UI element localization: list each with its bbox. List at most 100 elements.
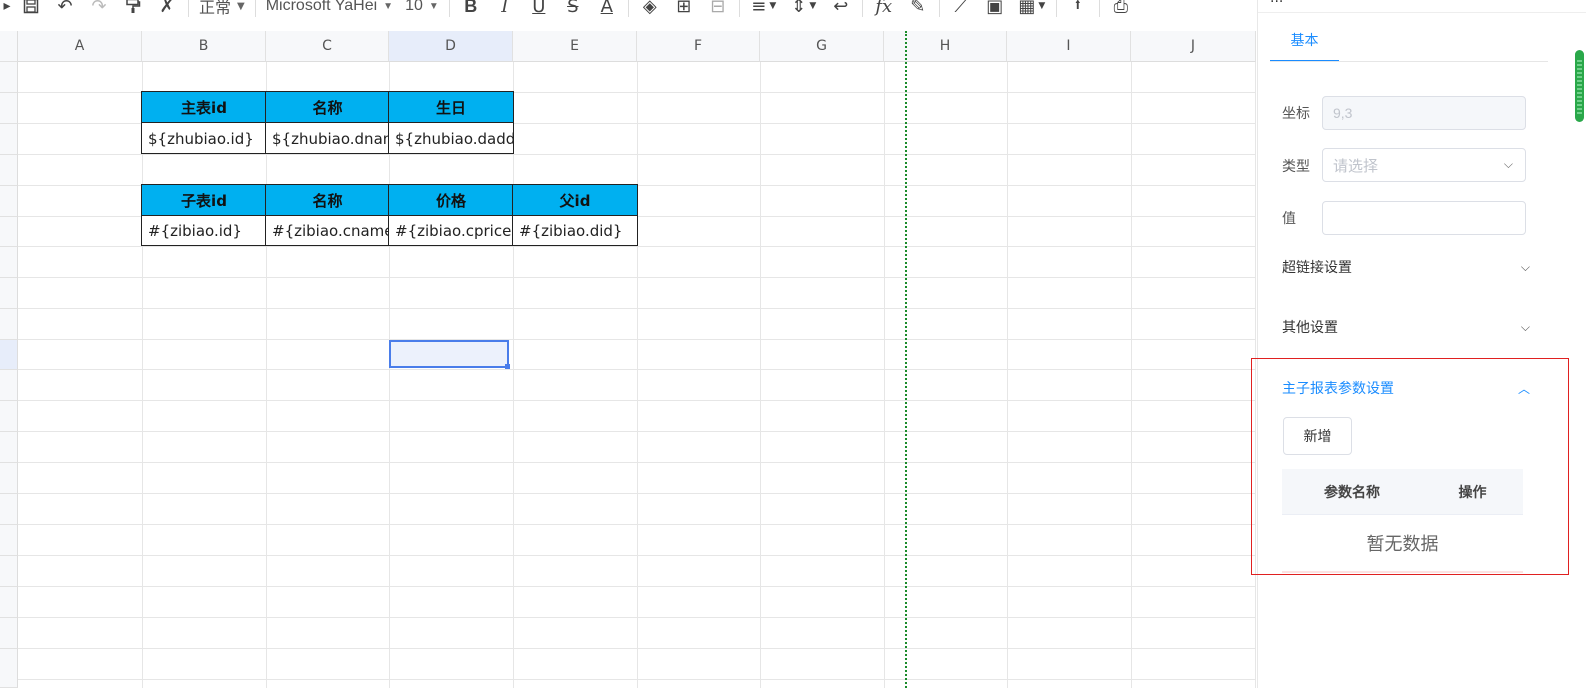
upload-icon[interactable]: ⭱ [1061,0,1095,20]
bold-icon[interactable]: B [454,0,488,20]
row-header[interactable] [0,93,18,124]
toolbar-divider [448,0,450,17]
col-header-i[interactable]: I [1007,31,1131,62]
value-field[interactable] [1322,201,1526,235]
row-header[interactable] [0,124,18,155]
col-header-d[interactable]: D [389,31,513,62]
sub-cell-name[interactable]: #{zibiao.cname} [266,216,389,246]
fill-handle[interactable] [505,364,510,369]
row-header[interactable] [0,556,18,587]
formula-icon[interactable]: ✎ [901,0,935,20]
grid-line [18,246,1256,247]
coord-value: 9,3 [1333,105,1353,121]
align-icon[interactable]: ≡ ▼ [744,0,784,20]
col-header-h[interactable]: H [884,31,1007,62]
row-header[interactable] [0,463,18,494]
row-header[interactable] [0,278,18,309]
selected-cell[interactable] [389,340,510,369]
add-button[interactable]: 新增 [1283,417,1352,455]
font-value: Microsoft YaHei [265,0,378,14]
row-header[interactable] [0,309,18,340]
toolbar-divider [738,0,740,17]
row-header[interactable] [0,340,18,370]
sub-cell-price[interactable]: #{zibiao.cprice} [389,216,513,246]
hyperlink-settings-header[interactable]: 超链接设置 ⌵ [1282,257,1530,277]
other-settings-header[interactable]: 其他设置 ⌵ [1282,317,1530,337]
master-sub-params-header[interactable]: 主子报表参数设置 ︿ [1282,378,1530,398]
font-color-icon[interactable]: A [590,0,624,20]
master-cell-birthday[interactable]: ${zhubiao.dadd} [389,123,513,154]
chevron-down-icon: ▼ [383,0,394,12]
print-icon[interactable]: ⎙ [1104,0,1138,20]
grid-line [18,648,1256,649]
row-header[interactable] [0,217,18,247]
col-header-b[interactable]: B [142,31,266,62]
qrcode-icon[interactable]: ▦ ▼ [1012,0,1052,20]
sub-cell-parent-id[interactable]: #{zibiao.did} [513,216,637,246]
scrollbar[interactable] [1575,50,1584,122]
toolbar-divider [1055,0,1057,17]
style-value: 正常 [199,0,232,17]
col-header-a[interactable]: A [18,31,142,62]
border-icon[interactable]: ⊞ [667,0,701,20]
master-cell-id[interactable]: ${zhubiao.id} [142,123,266,154]
row-header[interactable] [0,432,18,463]
col-header-g[interactable]: G [760,31,884,62]
row-header[interactable] [0,587,18,618]
save-icon[interactable] [14,0,48,20]
style-dropdown[interactable]: 正常 ▼ [193,0,251,20]
master-header-birthday[interactable]: 生日 [389,92,513,123]
master-header-name[interactable]: 名称 [266,92,389,123]
font-dropdown[interactable]: Microsoft YaHei ▼ [260,0,399,20]
spreadsheet-grid[interactable]: A B C D E F G H I J 主表id 名称 生日 ${zhubiao… [0,31,1256,688]
underline-icon[interactable]: U [522,0,556,20]
master-cell-name[interactable]: ${zhubiao.dname} [266,123,389,154]
chart-icon[interactable]: ⟋ [944,0,978,20]
vertical-align-icon[interactable]: ⇕ ▼ [784,0,824,20]
grid-corner[interactable] [0,31,18,62]
function-icon[interactable]: fx [867,0,901,20]
row-header[interactable] [0,618,18,649]
row-header[interactable] [0,649,18,688]
preview-icon[interactable]: ▸ [0,0,14,20]
clear-format-icon[interactable]: ✗ [150,0,184,20]
row-header[interactable] [0,247,18,278]
grid-line [513,62,514,688]
col-header-c[interactable]: C [266,31,389,62]
master-header-id[interactable]: 主表id [142,92,266,123]
sub-header-parent-id[interactable]: 父id [513,185,637,216]
col-header-f[interactable]: F [637,31,760,62]
row-header[interactable] [0,494,18,525]
format-painter-icon[interactable] [116,0,150,20]
sub-header-price[interactable]: 价格 [389,185,513,216]
italic-icon[interactable]: I [488,0,522,20]
image-icon[interactable]: ▣ [978,0,1012,20]
row-header[interactable] [0,155,18,186]
strikethrough-icon[interactable]: S [556,0,590,20]
undo-icon[interactable]: ↶ [48,0,82,20]
coord-field[interactable]: 9,3 [1322,96,1526,130]
toolbar-divider [254,0,256,17]
wrap-text-icon[interactable]: ↩ [824,0,858,20]
fill-color-icon[interactable]: ◈ [633,0,667,20]
other-settings-label: 其他设置 [1282,320,1338,336]
merge-cells-icon[interactable]: ⊟ [701,0,735,20]
sub-cell-id[interactable]: #{zibiao.id} [142,216,266,246]
chevron-up-icon: ︿ [1517,381,1530,396]
row-header[interactable] [0,186,18,217]
size-dropdown[interactable]: 10 ▼ [399,0,445,20]
col-header-e[interactable]: E [513,31,637,62]
grid-line [18,524,1256,525]
empty-state: 暂无数据 [1282,515,1523,573]
col-header-j[interactable]: J [1131,31,1256,62]
sub-header-name[interactable]: 名称 [266,185,389,216]
row-header[interactable] [0,62,18,93]
row-header[interactable] [0,370,18,401]
type-select[interactable]: 请选择 ⌵ [1322,148,1526,182]
toolbar: ▸ ↶ ↷ ✗ 正常 ▼ Microsoft YaHei ▼ 10 ▼ B I U S… [0,0,1258,26]
row-header[interactable] [0,401,18,432]
tab-basic[interactable]: 基本 [1270,30,1339,62]
row-header[interactable] [0,525,18,556]
sub-header-id[interactable]: 子表id [142,185,266,216]
redo-icon[interactable]: ↷ [82,0,116,20]
